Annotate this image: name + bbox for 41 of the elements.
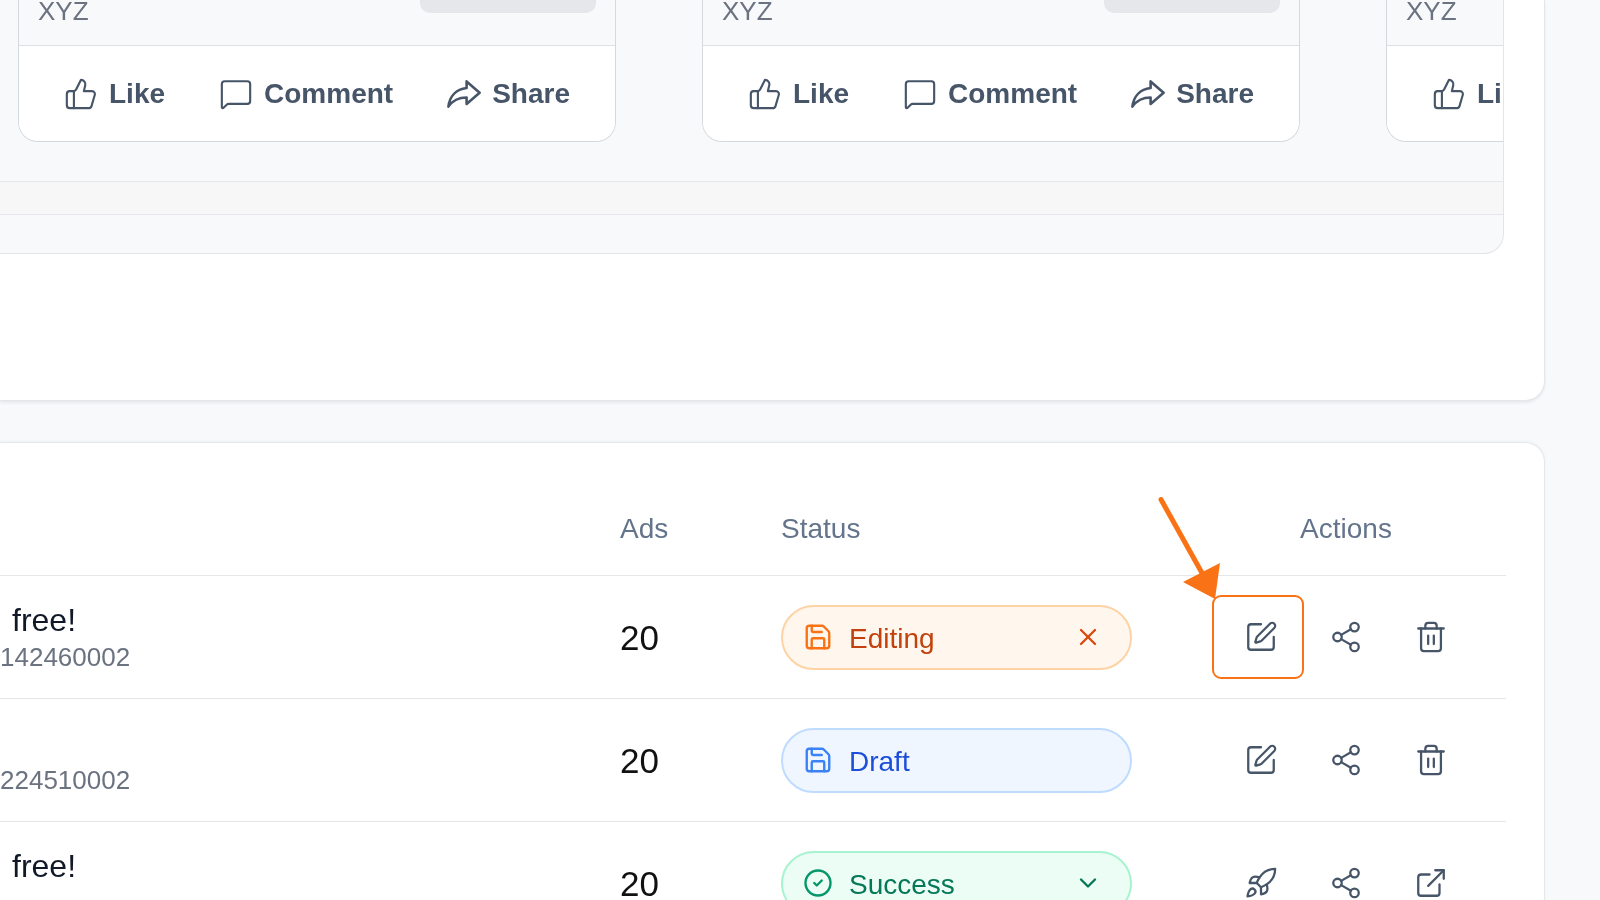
comment-button[interactable]: Comment xyxy=(903,76,1078,111)
external-link-icon xyxy=(1414,866,1448,900)
ads-count: 20 xyxy=(620,742,659,778)
check-circle-icon xyxy=(803,868,833,898)
rocket-icon xyxy=(1244,866,1278,900)
status-label: Success xyxy=(849,871,956,899)
ad-id: 142460002 xyxy=(0,641,131,673)
share-arrow-icon xyxy=(1131,79,1166,108)
status-pill[interactable]: Editing xyxy=(781,604,1132,670)
share-button[interactable]: Share xyxy=(1131,79,1254,108)
share-icon xyxy=(1329,743,1363,777)
card-title: XYZ xyxy=(38,0,89,22)
thumbs-up-icon xyxy=(1432,76,1466,111)
ad-id: 224510002 xyxy=(0,764,131,796)
ad-title: free! xyxy=(12,847,77,885)
ads-count: 20 xyxy=(620,619,659,655)
status-pill[interactable]: Success xyxy=(781,850,1132,900)
thumbs-up-icon xyxy=(748,76,782,111)
ad-title: free! xyxy=(12,601,77,639)
status-label: Draft xyxy=(849,748,911,776)
trash-icon xyxy=(1414,743,1448,777)
card-title: XYZ xyxy=(1406,0,1457,22)
share-icon xyxy=(1329,620,1363,654)
comment-button[interactable]: Comment xyxy=(219,76,394,111)
share-arrow-icon xyxy=(447,79,482,108)
like-button[interactable]: Li xyxy=(1432,76,1502,111)
status-label: Editing xyxy=(849,625,936,653)
share-icon xyxy=(1329,866,1363,900)
column-header: Status xyxy=(781,513,861,545)
like-button[interactable]: Like xyxy=(748,76,850,111)
trash-icon xyxy=(1414,620,1448,654)
thumbs-up-icon xyxy=(64,76,98,111)
column-header: Actions xyxy=(1300,513,1392,545)
edit-icon xyxy=(1244,620,1278,654)
edit-icon xyxy=(1244,743,1278,777)
card-title: XYZ xyxy=(722,0,773,22)
like-button[interactable]: Like xyxy=(64,76,166,111)
column-header: Ads xyxy=(620,513,669,545)
status-pill[interactable]: Draft xyxy=(781,727,1132,793)
share-button[interactable]: Share xyxy=(447,79,570,108)
ads-count: 20 xyxy=(620,865,659,900)
